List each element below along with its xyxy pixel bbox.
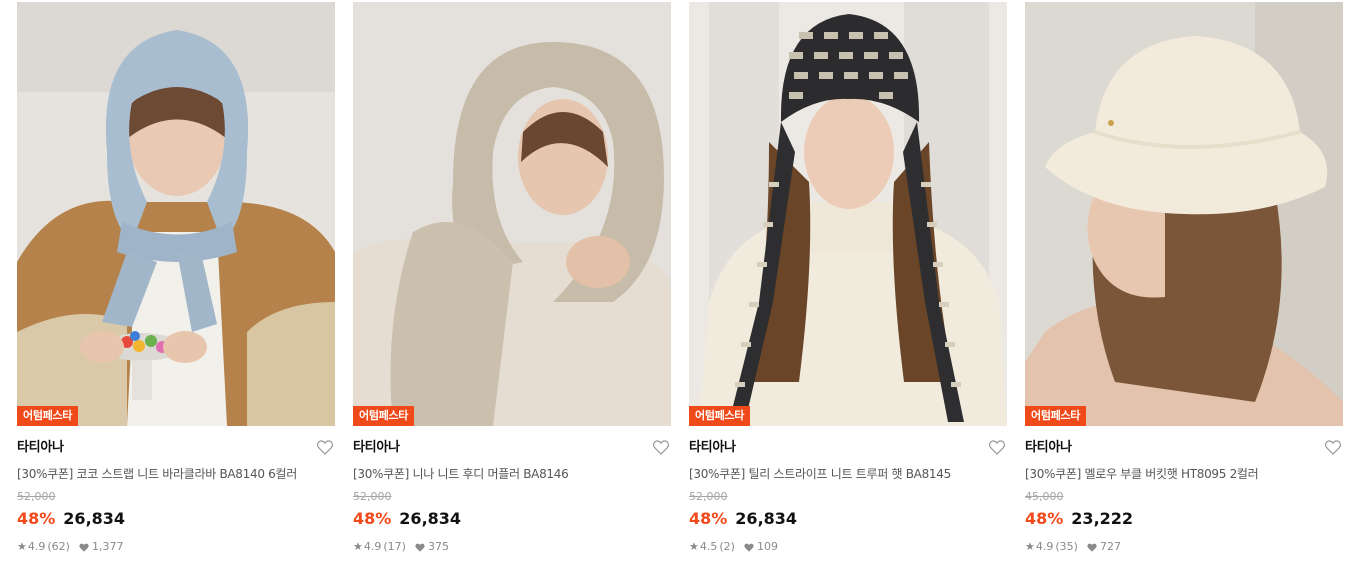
sale-price: 26,834	[399, 509, 462, 528]
heart-filled-icon	[1087, 543, 1097, 552]
product-image[interactable]: 어텀페스타	[1025, 2, 1343, 426]
product-title[interactable]: [30%쿠폰] 니나 니트 후디 머플러 BA8146	[353, 465, 671, 483]
product-stats: ★ 4.9 (17) 375	[353, 540, 671, 554]
price-row: 48% 26,834	[353, 508, 671, 530]
heart-filled-icon	[415, 543, 425, 552]
like-count: 1,377	[91, 540, 124, 553]
discount-rate: 48%	[1025, 509, 1064, 528]
review-count: (17)	[383, 540, 406, 553]
promo-badge: 어텀페스타	[689, 406, 751, 426]
brand-name[interactable]: 타티아나	[689, 439, 1007, 457]
product-stats: ★ 4.9 (62) 1,377	[17, 540, 335, 554]
price-row: 48% 26,834	[689, 508, 1007, 530]
sale-price: 23,222	[1071, 509, 1134, 528]
discount-rate: 48%	[17, 509, 56, 528]
heart-outline-icon[interactable]	[989, 440, 1005, 455]
like-count: 109	[756, 540, 778, 553]
product-image[interactable]: 어텀페스타	[17, 2, 335, 426]
product-stats: ★ 4.9 (35) 727	[1025, 540, 1343, 554]
review-count: (2)	[719, 540, 735, 553]
heart-filled-icon	[79, 543, 89, 552]
like-count: 375	[427, 540, 449, 553]
promo-badge: 어텀페스타	[1025, 406, 1087, 426]
product-meta: 타티아나 [30%쿠폰] 멜로우 부클 버킷햇 HT8095 2컬러 45,00…	[1025, 426, 1343, 554]
product-card[interactable]: 어텀페스타 타티아나 [30%쿠폰] 멜로우 부클 버킷햇 HT8095 2컬러…	[1025, 2, 1343, 554]
original-price: 52,000	[689, 490, 728, 503]
star-icon: ★	[689, 540, 699, 553]
star-icon: ★	[353, 540, 363, 553]
rating-value: 4.9	[27, 540, 46, 553]
review-count: (62)	[47, 540, 70, 553]
star-icon: ★	[1025, 540, 1035, 553]
heart-outline-icon[interactable]	[653, 440, 669, 455]
product-image[interactable]: 어텀페스타	[689, 2, 1007, 426]
product-card[interactable]: 어텀페스타 타티아나 [30%쿠폰] 니나 니트 후디 머플러 BA8146 5…	[353, 2, 671, 554]
brand-name[interactable]: 타티아나	[353, 439, 671, 457]
brand-name[interactable]: 타티아나	[1025, 439, 1343, 457]
discount-rate: 48%	[689, 509, 728, 528]
product-title[interactable]: [30%쿠폰] 코코 스트랩 니트 바라클라바 BA8140 6컬러	[17, 465, 335, 483]
product-meta: 타티아나 [30%쿠폰] 코코 스트랩 니트 바라클라바 BA8140 6컬러 …	[17, 426, 335, 554]
discount-rate: 48%	[353, 509, 392, 528]
heart-filled-icon	[744, 543, 754, 552]
product-meta: 타티아나 [30%쿠폰] 니나 니트 후디 머플러 BA8146 52,000 …	[353, 426, 671, 554]
product-stats: ★ 4.5 (2) 109	[689, 540, 1007, 554]
sale-price: 26,834	[63, 509, 126, 528]
brand-name[interactable]: 타티아나	[17, 439, 335, 457]
product-card[interactable]: 어텀페스타 타티아나 [30%쿠폰] 코코 스트랩 니트 바라클라바 BA814…	[17, 2, 335, 554]
promo-badge: 어텀페스타	[353, 406, 415, 426]
original-price: 52,000	[17, 490, 56, 503]
original-price: 45,000	[1025, 490, 1064, 503]
like-count: 727	[1099, 540, 1121, 553]
product-card[interactable]: 어텀페스타 타티아나 [30%쿠폰] 틸리 스트라이프 니트 트루퍼 햇 BA8…	[689, 2, 1007, 554]
rating-value: 4.9	[1035, 540, 1054, 553]
product-title[interactable]: [30%쿠폰] 멜로우 부클 버킷햇 HT8095 2컬러	[1025, 465, 1343, 483]
promo-badge: 어텀페스타	[17, 406, 79, 426]
review-count: (35)	[1055, 540, 1078, 553]
star-icon: ★	[17, 540, 27, 553]
price-row: 48% 26,834	[17, 508, 335, 530]
rating-value: 4.5	[699, 540, 718, 553]
product-grid: 어텀페스타 타티아나 [30%쿠폰] 코코 스트랩 니트 바라클라바 BA814…	[0, 0, 1350, 563]
price-row: 48% 23,222	[1025, 508, 1343, 530]
sale-price: 26,834	[735, 509, 798, 528]
product-image[interactable]: 어텀페스타	[353, 2, 671, 426]
product-title[interactable]: [30%쿠폰] 틸리 스트라이프 니트 트루퍼 햇 BA8145	[689, 465, 1007, 483]
original-price: 52,000	[353, 490, 392, 503]
product-meta: 타티아나 [30%쿠폰] 틸리 스트라이프 니트 트루퍼 햇 BA8145 52…	[689, 426, 1007, 554]
rating-value: 4.9	[363, 540, 382, 553]
heart-outline-icon[interactable]	[1325, 440, 1341, 455]
heart-outline-icon[interactable]	[317, 440, 333, 455]
